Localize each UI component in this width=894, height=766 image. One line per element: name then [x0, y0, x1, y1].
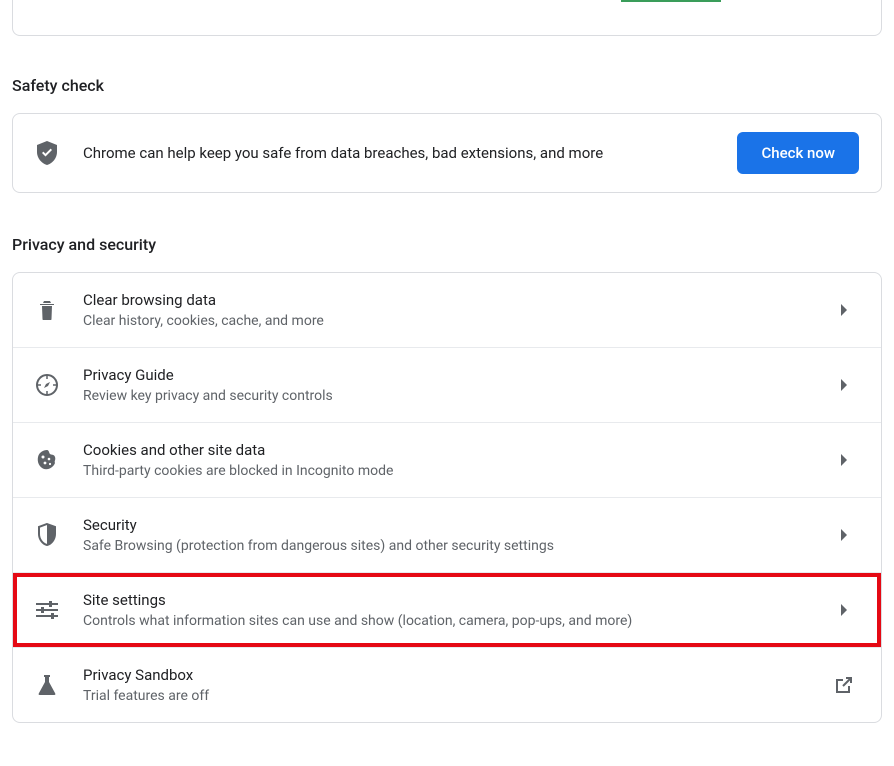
cookies-row[interactable]: Cookies and other site data Third-party … [13, 422, 881, 497]
flask-icon [35, 673, 59, 697]
cookie-icon [35, 448, 59, 472]
decorative-line [621, 0, 721, 2]
safety-check-description: Chrome can help keep you safe from data … [83, 144, 713, 162]
safety-check-card: Chrome can help keep you safe from data … [12, 113, 882, 193]
chevron-right-icon [841, 304, 853, 316]
shield-half-icon [35, 523, 59, 547]
row-sub: Third-party cookies are blocked in Incog… [83, 463, 817, 479]
tune-icon [35, 598, 59, 622]
privacy-guide-row[interactable]: Privacy Guide Review key privacy and sec… [13, 347, 881, 422]
privacy-security-heading: Privacy and security [12, 235, 882, 254]
row-title: Clear browsing data [83, 291, 817, 309]
chevron-right-icon [841, 454, 853, 466]
row-sub: Controls what information sites can use … [83, 613, 817, 629]
site-settings-row[interactable]: Site settings Controls what information … [13, 572, 881, 647]
row-title: Privacy Guide [83, 366, 817, 384]
external-link-icon [835, 676, 853, 694]
trash-icon [35, 298, 59, 322]
row-title: Cookies and other site data [83, 441, 817, 459]
row-title: Security [83, 516, 817, 534]
safety-check-heading: Safety check [12, 76, 882, 95]
privacy-security-list: Clear browsing data Clear history, cooki… [12, 272, 882, 723]
row-title: Site settings [83, 591, 817, 609]
previous-card-edge [12, 0, 882, 36]
check-now-button[interactable]: Check now [737, 132, 859, 174]
row-title: Privacy Sandbox [83, 666, 811, 684]
row-sub: Review key privacy and security controls [83, 388, 817, 404]
chevron-right-icon [841, 529, 853, 541]
row-sub: Trial features are off [83, 688, 811, 704]
clear-browsing-data-row[interactable]: Clear browsing data Clear history, cooki… [13, 273, 881, 347]
security-row[interactable]: Security Safe Browsing (protection from … [13, 497, 881, 572]
privacy-sandbox-row[interactable]: Privacy Sandbox Trial features are off [13, 647, 881, 722]
row-sub: Clear history, cookies, cache, and more [83, 313, 817, 329]
compass-icon [35, 373, 59, 397]
row-sub: Safe Browsing (protection from dangerous… [83, 538, 817, 554]
shield-check-icon [35, 141, 59, 165]
chevron-right-icon [841, 379, 853, 391]
chevron-right-icon [841, 604, 853, 616]
